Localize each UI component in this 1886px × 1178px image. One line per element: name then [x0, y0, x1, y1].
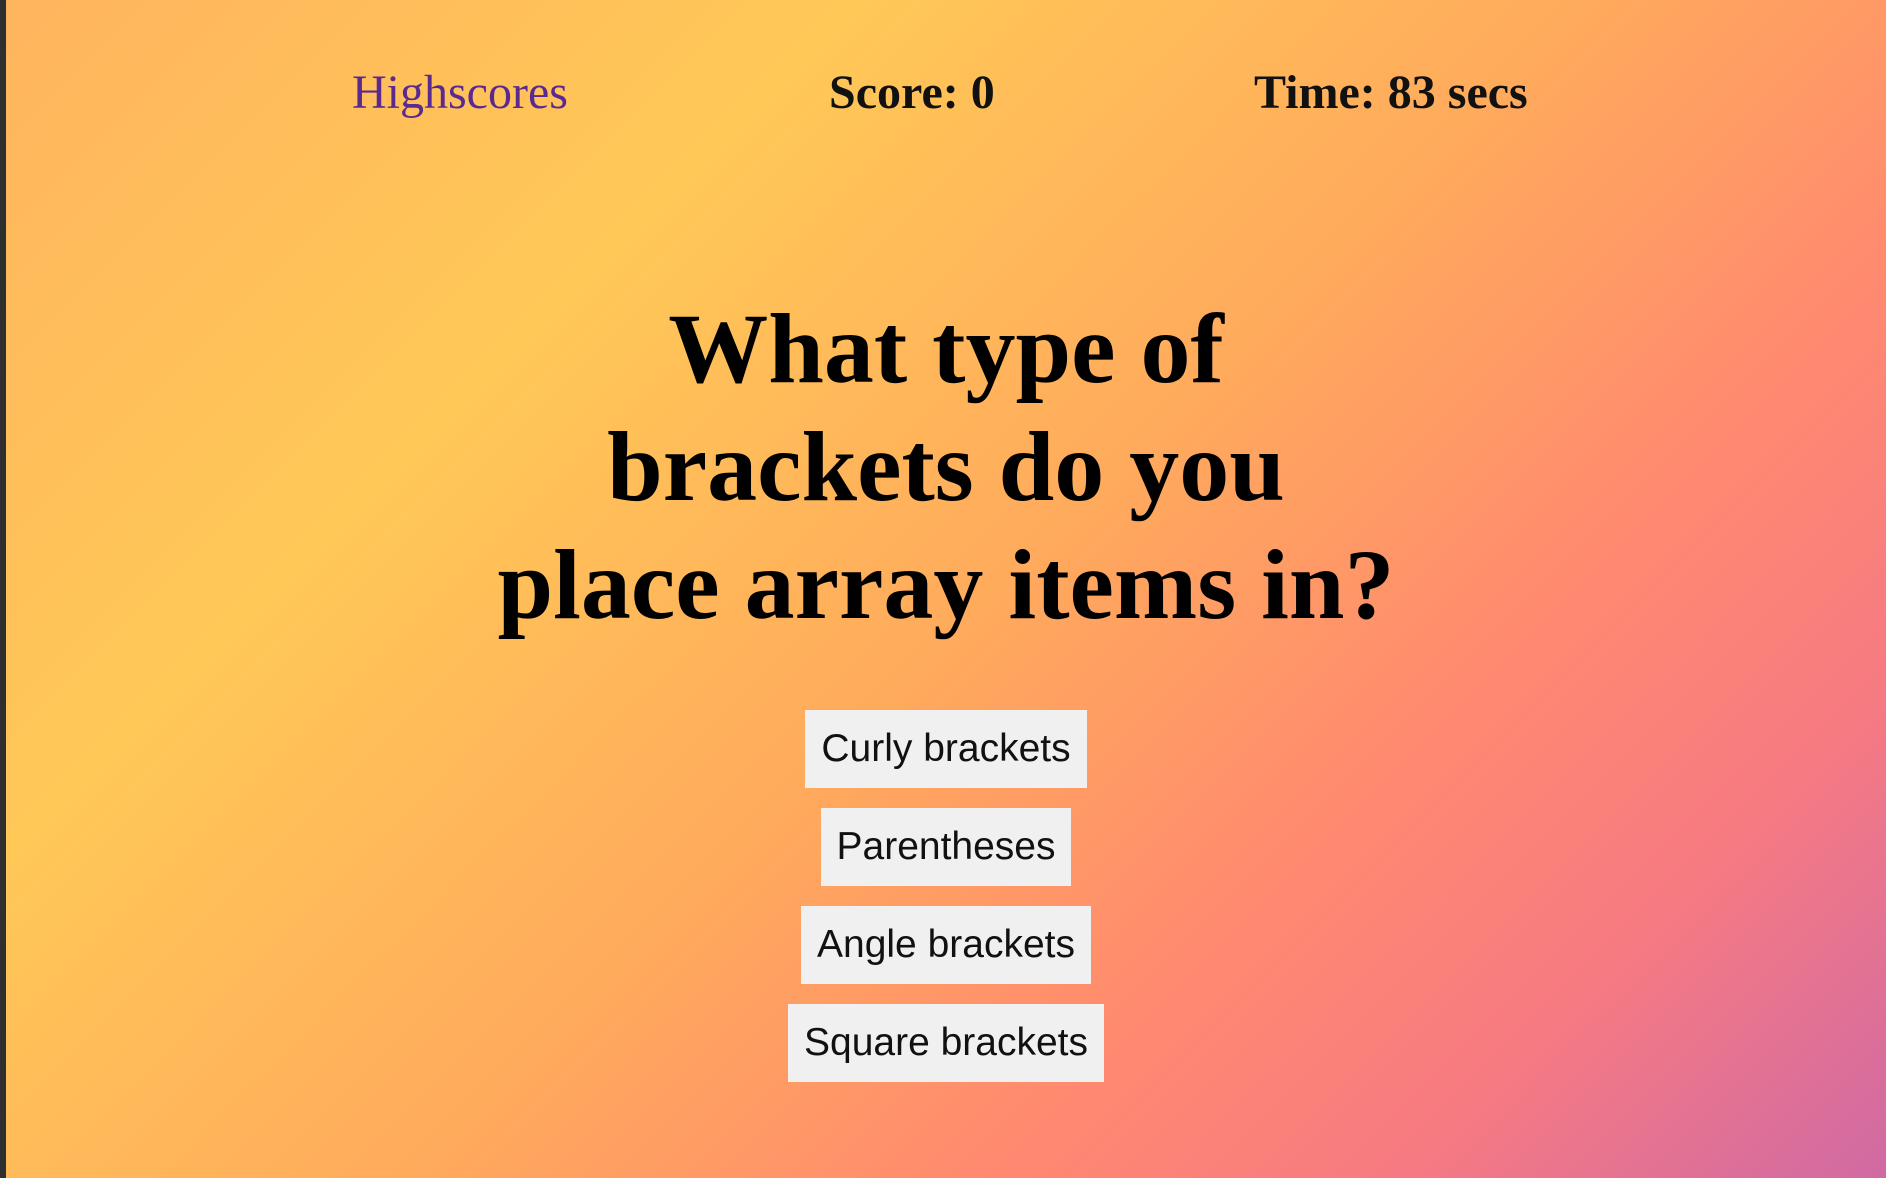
question-text: What type of brackets do you place array…	[6, 290, 1886, 644]
answer-button-curly-brackets[interactable]: Curly brackets	[805, 710, 1087, 788]
highscores-link[interactable]: Highscores	[352, 58, 568, 128]
question-line: place array items in?	[497, 529, 1395, 640]
question-line: What type of	[668, 293, 1224, 404]
answer-button-angle-brackets[interactable]: Angle brackets	[801, 906, 1091, 984]
header-bar: Highscores Score: 0 Time: 83 secs	[6, 58, 1886, 128]
quiz-page: Highscores Score: 0 Time: 83 secs What t…	[6, 0, 1886, 1178]
question-line: brackets do you	[607, 411, 1285, 522]
answer-button-square-brackets[interactable]: Square brackets	[788, 1004, 1104, 1082]
timer-display: Time: 83 secs	[1254, 66, 1528, 119]
score-display: Score: 0	[829, 66, 995, 119]
answer-list: Curly brackets Parentheses Angle bracket…	[6, 710, 1886, 1102]
answer-button-parentheses[interactable]: Parentheses	[820, 808, 1072, 886]
